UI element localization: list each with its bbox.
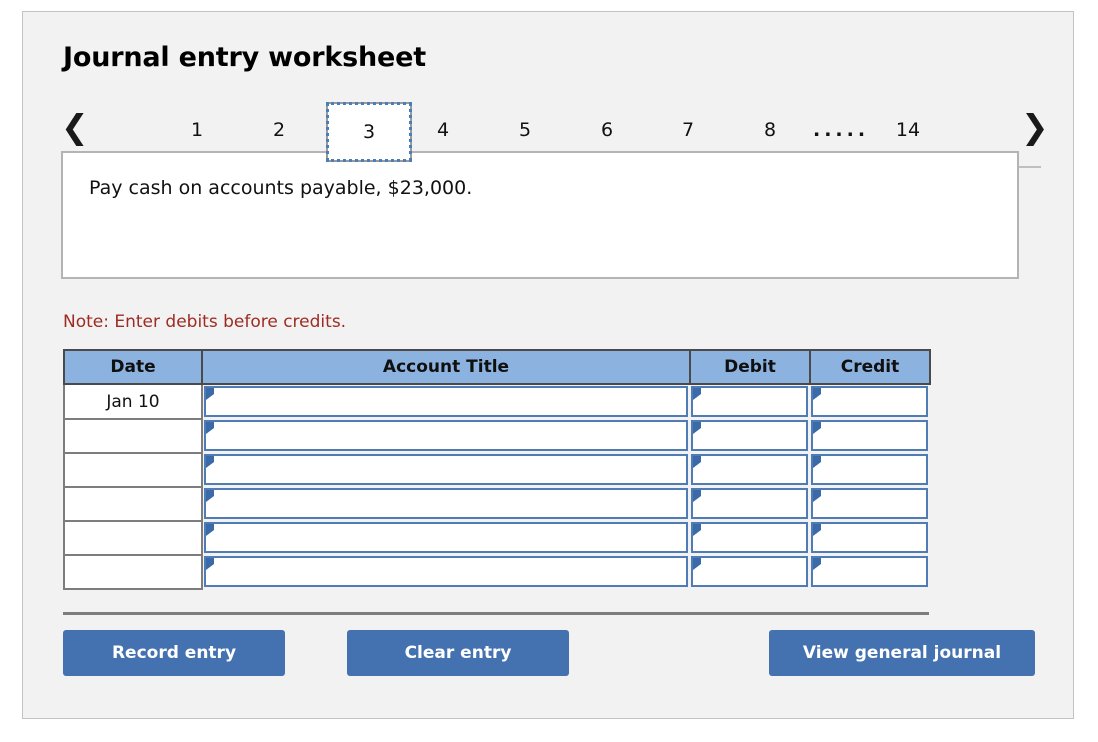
journal-table-row bbox=[63, 418, 930, 453]
journal-table-row: Jan 10 bbox=[63, 383, 930, 419]
credit-input[interactable] bbox=[811, 522, 928, 553]
cell-dropdown-marker-icon bbox=[813, 456, 821, 468]
journal-header-row: Date Account Title Debit Credit bbox=[63, 349, 931, 385]
account-title-input[interactable] bbox=[204, 420, 688, 451]
journal-entry-table: Date Account Title Debit Credit Jan 10 bbox=[63, 349, 931, 590]
cell-dropdown-marker-icon bbox=[206, 558, 214, 570]
page-title: Journal entry worksheet bbox=[63, 42, 426, 73]
cell-dropdown-marker-icon bbox=[813, 388, 821, 400]
cell-dropdown-marker-icon bbox=[693, 456, 701, 468]
column-header-debit: Debit bbox=[689, 349, 811, 385]
journal-table-row bbox=[63, 452, 930, 487]
journal-account-title-cell bbox=[202, 384, 690, 419]
journal-entry-worksheet-panel: Journal entry worksheet ❮ ❯ 1 2 3 4 5 6 7 8 14..… bbox=[22, 11, 1074, 719]
chevron-left-icon[interactable]: ❮ bbox=[61, 110, 89, 144]
journal-debit-cell bbox=[690, 419, 810, 453]
account-title-input[interactable] bbox=[204, 454, 688, 485]
journal-account-title-cell bbox=[202, 555, 690, 589]
cell-dropdown-marker-icon bbox=[693, 388, 701, 400]
journal-date-cell bbox=[63, 452, 203, 487]
journal-table-row bbox=[63, 554, 930, 590]
cell-dropdown-marker-icon bbox=[813, 558, 821, 570]
journal-account-title-cell bbox=[202, 453, 690, 487]
journal-debit-cell bbox=[690, 521, 810, 555]
journal-account-title-cell bbox=[202, 521, 690, 555]
cell-dropdown-marker-icon bbox=[693, 524, 701, 536]
journal-date-cell bbox=[63, 418, 203, 453]
transaction-description-text: Pay cash on accounts payable, $23,000. bbox=[89, 177, 473, 199]
journal-date-cell bbox=[63, 520, 203, 555]
column-header-credit: Credit bbox=[809, 349, 931, 385]
account-title-input[interactable] bbox=[204, 488, 688, 519]
journal-table-head: Date Account Title Debit Credit bbox=[63, 349, 931, 385]
credit-input[interactable] bbox=[811, 420, 928, 451]
cell-dropdown-marker-icon bbox=[206, 490, 214, 502]
journal-credit-cell bbox=[810, 453, 930, 487]
credit-input[interactable] bbox=[811, 488, 928, 519]
credit-input[interactable] bbox=[811, 556, 928, 587]
cell-dropdown-marker-icon bbox=[693, 490, 701, 502]
cell-dropdown-marker-icon bbox=[693, 422, 701, 434]
journal-credit-cell bbox=[810, 384, 930, 419]
journal-table-body: Jan 10 bbox=[63, 383, 930, 590]
cell-dropdown-marker-icon bbox=[206, 524, 214, 536]
journal-credit-cell bbox=[810, 487, 930, 521]
record-entry-button[interactable]: Record entry bbox=[63, 630, 285, 676]
cell-dropdown-marker-icon bbox=[813, 490, 821, 502]
cell-dropdown-marker-icon bbox=[813, 524, 821, 536]
cell-dropdown-marker-icon bbox=[206, 422, 214, 434]
credit-input[interactable] bbox=[811, 386, 928, 417]
journal-date-cell: Jan 10 bbox=[63, 383, 203, 419]
journal-table-row bbox=[63, 520, 930, 555]
cell-dropdown-marker-icon bbox=[693, 558, 701, 570]
cell-dropdown-marker-icon bbox=[206, 456, 214, 468]
debit-input[interactable] bbox=[691, 454, 808, 485]
transaction-description-box: Pay cash on accounts payable, $23,000. bbox=[61, 151, 1019, 279]
debit-input[interactable] bbox=[691, 522, 808, 553]
account-title-input[interactable] bbox=[204, 386, 688, 417]
debit-input[interactable] bbox=[691, 556, 808, 587]
debit-input[interactable] bbox=[691, 420, 808, 451]
journal-debit-cell bbox=[690, 384, 810, 419]
journal-date-cell bbox=[63, 486, 203, 521]
account-title-input[interactable] bbox=[204, 556, 688, 587]
clear-entry-button[interactable]: Clear entry bbox=[347, 630, 569, 676]
chevron-right-icon[interactable]: ❯ bbox=[1021, 110, 1049, 144]
view-general-journal-button[interactable]: View general journal bbox=[769, 630, 1035, 676]
journal-debit-cell bbox=[690, 487, 810, 521]
journal-credit-cell bbox=[810, 555, 930, 589]
journal-credit-cell bbox=[810, 419, 930, 453]
credit-input[interactable] bbox=[811, 454, 928, 485]
column-header-date: Date bbox=[63, 349, 203, 385]
journal-account-title-cell bbox=[202, 487, 690, 521]
journal-debit-cell bbox=[690, 453, 810, 487]
cell-dropdown-marker-icon bbox=[813, 422, 821, 434]
account-title-input[interactable] bbox=[204, 522, 688, 553]
journal-date-cell bbox=[63, 554, 203, 590]
column-header-account-title: Account Title bbox=[201, 349, 691, 385]
cell-dropdown-marker-icon bbox=[206, 388, 214, 400]
debit-input[interactable] bbox=[691, 488, 808, 519]
journal-account-title-cell bbox=[202, 419, 690, 453]
journal-credit-cell bbox=[810, 521, 930, 555]
journal-table-bottom-rule bbox=[63, 612, 929, 615]
pager-tab-3[interactable]: 3 bbox=[326, 102, 412, 162]
journal-debit-cell bbox=[690, 555, 810, 589]
debits-before-credits-note: Note: Enter debits before credits. bbox=[63, 312, 347, 332]
debit-input[interactable] bbox=[691, 386, 808, 417]
journal-table-row bbox=[63, 486, 930, 521]
